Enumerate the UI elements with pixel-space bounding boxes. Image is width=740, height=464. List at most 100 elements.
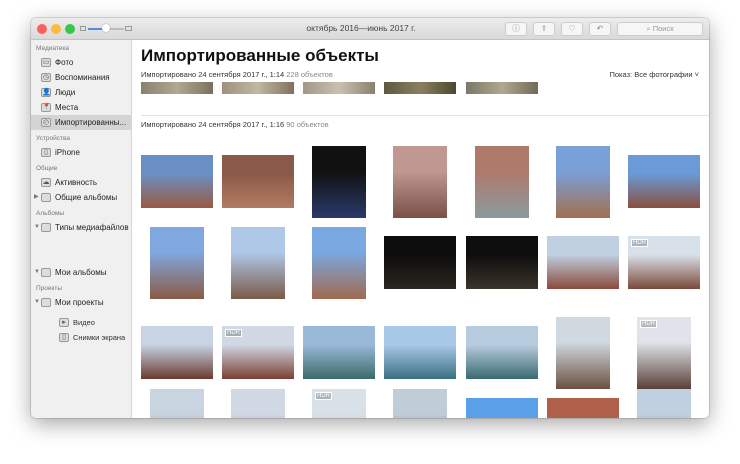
favorite-button[interactable]: ♡ xyxy=(561,22,583,36)
photo-thumbnail[interactable] xyxy=(393,145,447,218)
photo-thumbnail[interactable] xyxy=(466,82,538,94)
photo-thumbnail[interactable] xyxy=(141,326,213,379)
photo-thumbnail[interactable] xyxy=(466,398,538,418)
hdr-badge: HDR xyxy=(640,319,657,328)
sidebar-item[interactable]: ☁ Активность xyxy=(31,175,131,190)
photo-thumbnail[interactable] xyxy=(475,145,529,218)
photo-cell xyxy=(628,388,700,418)
photo-thumbnail[interactable]: HDR xyxy=(628,236,700,289)
photo-cell xyxy=(222,145,294,218)
rotate-button[interactable]: ↶ xyxy=(589,22,611,36)
photo-thumbnail[interactable] xyxy=(141,155,213,208)
sidebar-item-label: Воспоминания xyxy=(55,73,110,82)
info-button[interactable]: ⓘ xyxy=(505,22,527,36)
photo-thumbnail[interactable] xyxy=(222,155,294,208)
photo-cell: HDR xyxy=(628,316,700,389)
photo-thumbnail[interactable] xyxy=(637,388,691,418)
photo-thumbnail[interactable]: HDR xyxy=(222,326,294,379)
sidebar-item[interactable]: ▯ Снимки экрана xyxy=(39,330,139,345)
sidebar-item-label: Фото xyxy=(55,58,74,67)
sidebar-item[interactable]: ▼ Типы медиафайлов xyxy=(31,220,131,235)
photo-cell xyxy=(628,145,700,218)
close-button[interactable] xyxy=(37,24,47,34)
album-icon xyxy=(41,298,51,307)
sidebar-item[interactable]: ▶ Общие альбомы xyxy=(31,190,131,205)
hdr-badge: HDR xyxy=(631,239,648,247)
photo-cell xyxy=(222,388,294,418)
photo-thumbnail[interactable] xyxy=(466,236,538,289)
thumbnail-size-slider[interactable] xyxy=(80,24,132,33)
clock-icon: ◴ xyxy=(41,118,51,127)
sidebar-item-label: Мои проекты xyxy=(55,298,104,307)
show-filter-dropdown[interactable]: Показ: Все фотографии ˅ xyxy=(610,70,700,79)
photo-thumbnail[interactable] xyxy=(150,226,204,299)
photo-cell xyxy=(384,145,456,218)
share-button[interactable]: ⇪ xyxy=(533,22,555,36)
photo-thumbnail[interactable] xyxy=(150,388,204,418)
photo-cell xyxy=(384,388,456,418)
sidebar-item-label: Мои альбомы xyxy=(55,268,107,277)
photo-thumbnail[interactable] xyxy=(384,326,456,379)
sidebar-item[interactable]: 📍 Места xyxy=(31,100,131,115)
sidebar-item[interactable]: 👤 Люди xyxy=(31,85,131,100)
photo-thumbnail[interactable] xyxy=(466,326,538,379)
sidebar-item-label: Снимки экрана xyxy=(73,333,126,342)
photo-thumbnail[interactable] xyxy=(312,145,366,218)
disclosure-triangle-icon[interactable]: ▼ xyxy=(34,295,40,310)
sidebar-item-label: iPhone xyxy=(55,148,80,157)
window-title: октябрь 2016—июнь 2017 г. xyxy=(306,23,416,33)
photo-thumbnail[interactable] xyxy=(547,236,619,289)
photo-thumbnail[interactable]: HDR xyxy=(312,388,366,418)
disclosure-triangle-icon[interactable]: ▶ xyxy=(34,190,39,205)
photos-window: октябрь 2016—июнь 2017 г. ⓘ ⇪ ♡ ↶ ⌕ Поис… xyxy=(31,18,709,418)
photo-thumbnail[interactable] xyxy=(231,388,285,418)
slider-knob[interactable] xyxy=(102,24,110,32)
photo-thumbnail[interactable]: HDR xyxy=(637,316,691,389)
photo-thumbnail[interactable] xyxy=(393,388,447,418)
photo-cell: HDR xyxy=(303,388,375,418)
search-input[interactable]: ⌕ Поиск xyxy=(617,22,703,36)
photo-thumbnail[interactable] xyxy=(303,326,375,379)
sidebar-item[interactable]: ▼ Мои альбомы xyxy=(31,265,131,280)
photo-thumbnail[interactable] xyxy=(556,316,610,389)
heart-icon: ♡ xyxy=(568,24,576,33)
cloud-icon: ☁ xyxy=(41,178,51,187)
zoom-button[interactable] xyxy=(65,24,75,34)
sidebar-item-label: Люди xyxy=(55,88,76,97)
title-bar: октябрь 2016—июнь 2017 г. ⓘ ⇪ ♡ ↶ ⌕ Поис… xyxy=(31,18,709,40)
photo-thumbnail[interactable] xyxy=(384,236,456,289)
photo-cell xyxy=(466,226,538,299)
photo-thumbnail[interactable] xyxy=(231,226,285,299)
photo-thumbnail[interactable] xyxy=(222,82,294,94)
photo-cell xyxy=(141,145,213,218)
sidebar-item[interactable]: ◷ Воспоминания xyxy=(31,70,131,85)
sidebar-item-label: Активность xyxy=(55,178,98,187)
photo-cell xyxy=(466,388,538,418)
sidebar-item-label: Видео xyxy=(73,318,95,327)
photo-thumbnail[interactable] xyxy=(141,82,213,94)
photo-thumbnail[interactable] xyxy=(303,82,375,94)
minimize-button[interactable] xyxy=(51,24,61,34)
main-content: Импортированные объекты Импортировано 24… xyxy=(133,40,709,418)
sidebar-item[interactable]: ▸ Видео xyxy=(39,315,139,330)
large-thumb-icon xyxy=(125,26,132,31)
sidebar-item[interactable]: ◴ Импортированны... xyxy=(31,115,131,130)
photos-icon: ▭ xyxy=(41,58,51,67)
sidebar-item[interactable]: ▯ iPhone xyxy=(31,145,131,160)
photo-thumbnail[interactable] xyxy=(384,82,456,94)
section-divider xyxy=(141,115,709,116)
photo-cell xyxy=(547,226,619,299)
import-header-1: Импортировано 24 сентября 2017 г., 1:14 … xyxy=(141,70,333,79)
places-icon: 📍 xyxy=(41,103,51,112)
photo-thumbnail[interactable] xyxy=(628,155,700,208)
memories-icon: ◷ xyxy=(41,73,51,82)
sidebar-section-header: Альбомы xyxy=(36,210,64,217)
photo-thumbnail[interactable] xyxy=(556,145,610,218)
disclosure-triangle-icon[interactable]: ▼ xyxy=(34,265,40,280)
album-icon xyxy=(41,223,51,232)
photo-thumbnail[interactable] xyxy=(312,226,366,299)
disclosure-triangle-icon[interactable]: ▼ xyxy=(34,220,40,235)
photo-thumbnail[interactable] xyxy=(547,398,619,418)
sidebar-item[interactable]: ▭ Фото xyxy=(31,55,131,70)
sidebar-item[interactable]: ▼ Мои проекты xyxy=(31,295,131,310)
